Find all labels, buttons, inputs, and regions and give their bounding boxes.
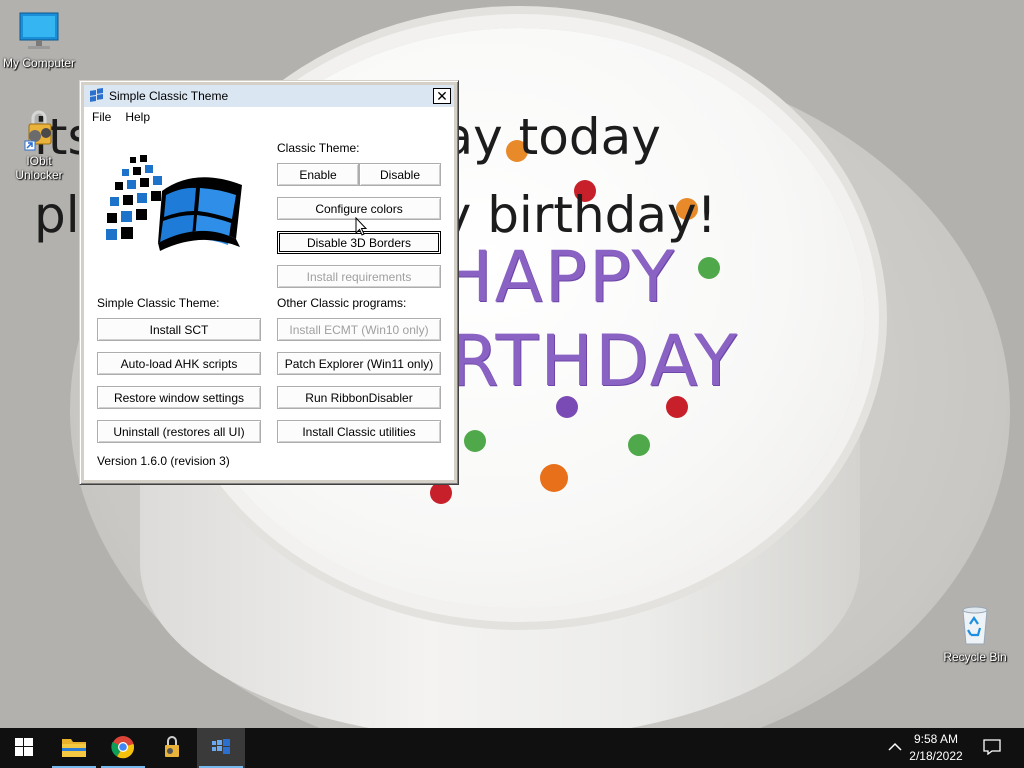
start-button[interactable] xyxy=(0,728,48,768)
clock-date: 2/18/2022 xyxy=(909,749,963,763)
window-titlebar[interactable]: Simple Classic Theme ✕ xyxy=(84,85,454,107)
taskbar: 9:58 AM 2/18/2022 xyxy=(0,728,1024,768)
clock-time: 9:58 AM xyxy=(913,732,959,746)
run-ribbondisabler-button[interactable]: Run RibbonDisabler xyxy=(277,386,441,409)
desktop-icon-my-computer[interactable]: My Computer xyxy=(1,10,77,70)
start-icon xyxy=(15,737,33,759)
file-explorer-icon xyxy=(61,736,87,761)
chrome-icon xyxy=(111,735,135,762)
candy-dot xyxy=(464,430,486,452)
uninstall-button[interactable]: Uninstall (restores all UI) xyxy=(97,420,261,443)
other-programs-label: Other Classic programs: xyxy=(277,296,407,310)
enable-button[interactable]: Enable xyxy=(277,163,359,186)
sct-section-label: Simple Classic Theme: xyxy=(97,296,220,310)
autoload-ahk-scripts-button[interactable]: Auto-load AHK scripts xyxy=(97,352,261,375)
install-sct-button[interactable]: Install SCT xyxy=(97,318,261,341)
classic-theme-label: Classic Theme: xyxy=(277,141,360,155)
taskbar-clock[interactable]: 9:58 AM 2/18/2022 xyxy=(906,731,966,765)
taskbar-iobit-unlocker[interactable] xyxy=(148,728,196,768)
candy-dot xyxy=(628,434,650,456)
notification-icon xyxy=(983,738,1001,758)
mouse-cursor-icon xyxy=(355,216,369,237)
menu-help[interactable]: Help xyxy=(117,110,156,124)
action-center-button[interactable] xyxy=(968,728,1016,768)
close-button[interactable]: ✕ xyxy=(433,88,451,104)
install-ecmt-button[interactable]: Install ECMT (Win10 only) xyxy=(277,318,441,341)
simple-classic-theme-icon xyxy=(210,738,232,759)
desktop-icon-label: My Computer xyxy=(2,56,76,70)
monitor-icon xyxy=(15,10,63,54)
close-icon: ✕ xyxy=(436,88,448,104)
windows-flag-icon xyxy=(89,88,105,104)
taskbar-simple-classic-theme[interactable] xyxy=(197,728,245,768)
simple-classic-theme-window[interactable]: Simple Classic Theme ✕ File Help Classic… xyxy=(79,80,459,485)
desktop-icon-recycle-bin[interactable]: Recycle Bin xyxy=(937,604,1013,664)
taskbar-file-explorer[interactable] xyxy=(50,728,98,768)
candy-dot xyxy=(698,257,720,279)
lock-gears-icon xyxy=(15,108,63,152)
window-client-area: File Help Classic Theme: Enable Disable … xyxy=(84,107,454,480)
taskbar-chrome[interactable] xyxy=(99,728,147,768)
cake-text-birthday: RTHDAY xyxy=(450,320,739,402)
candy-dot xyxy=(430,482,452,504)
desktop-icon-iobit-unlocker[interactable]: IObit Unlocker xyxy=(1,108,77,182)
chevron-up-icon xyxy=(888,741,902,755)
recycle-bin-icon xyxy=(951,604,999,648)
logo-trail-squares xyxy=(106,155,162,240)
install-classic-utilities-button[interactable]: Install Classic utilities xyxy=(277,420,441,443)
iobit-unlocker-icon xyxy=(161,735,183,761)
version-label: Version 1.6.0 (revision 3) xyxy=(97,454,230,468)
desktop-icon-label: Recycle Bin xyxy=(943,650,1007,664)
restore-window-settings-button[interactable]: Restore window settings xyxy=(97,386,261,409)
install-requirements-button[interactable]: Install requirements xyxy=(277,265,441,288)
menu-file[interactable]: File xyxy=(84,110,117,124)
window-title: Simple Classic Theme xyxy=(109,89,229,103)
desktop-icon-label: IObit Unlocker xyxy=(15,154,63,182)
patch-explorer-button[interactable]: Patch Explorer (Win11 only) xyxy=(277,352,441,375)
cake-text-happy: HAPPY xyxy=(440,236,677,318)
disable-button[interactable]: Disable xyxy=(359,163,441,186)
menu-bar: File Help xyxy=(84,107,454,127)
candy-dot xyxy=(540,464,568,492)
classic-windows-logo xyxy=(100,147,260,287)
